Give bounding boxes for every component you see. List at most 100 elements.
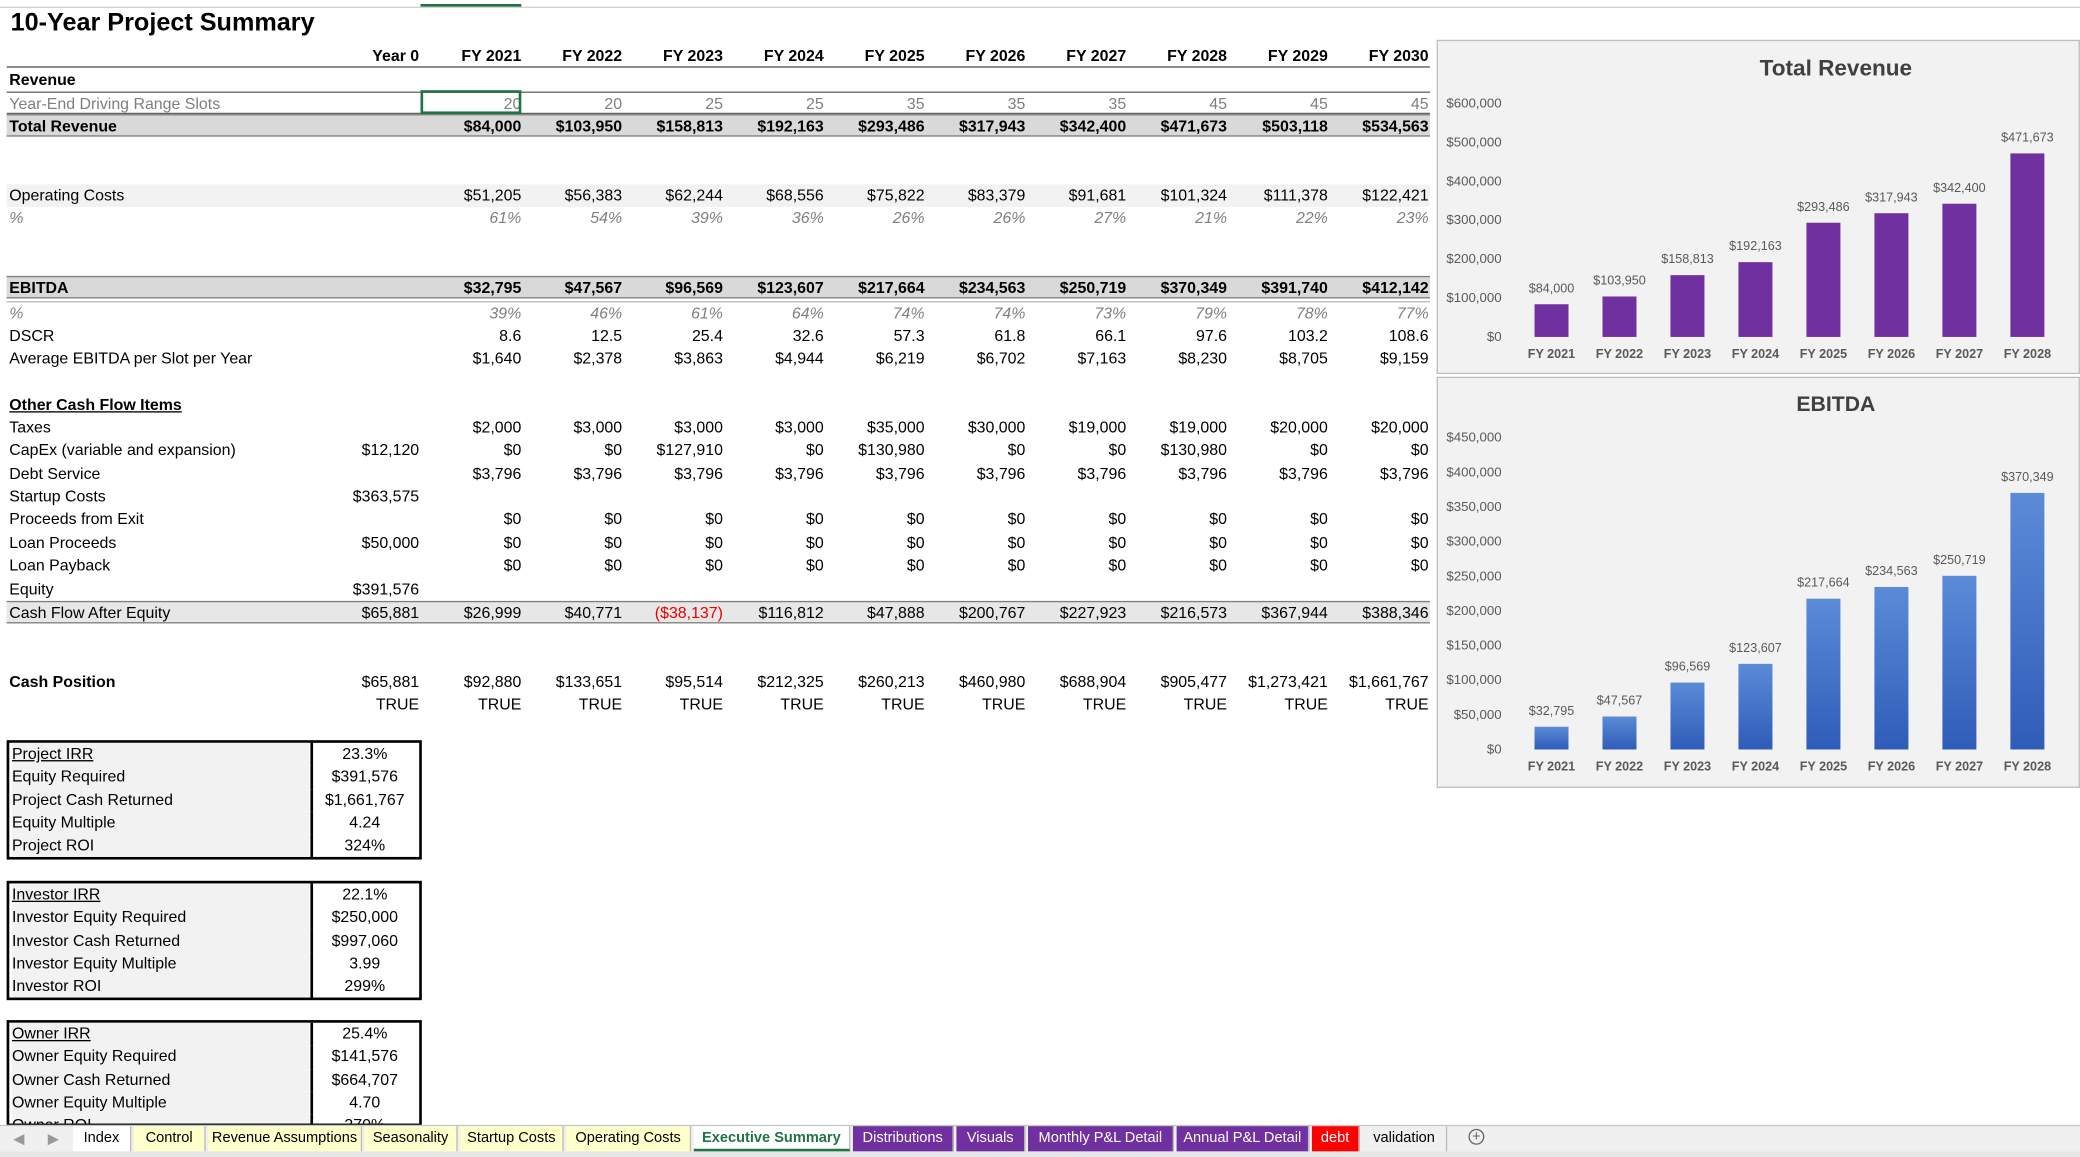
bar[interactable] [1738, 663, 1773, 750]
cell[interactable]: $293,486 [824, 115, 924, 138]
cell[interactable]: 74% [925, 302, 1026, 325]
cell[interactable]: $212,325 [723, 671, 823, 694]
cell[interactable]: $84,000 [421, 115, 522, 138]
cell[interactable]: TRUE [318, 694, 419, 717]
cell[interactable]: 108.6 [1328, 325, 1429, 348]
cell[interactable]: $0 [1227, 532, 1328, 555]
cell[interactable]: 79% [1126, 302, 1227, 325]
bar[interactable] [2010, 153, 2045, 337]
cell[interactable]: FY 2028 [1126, 45, 1227, 68]
cell[interactable]: 26% [925, 207, 1026, 230]
sheet-tab[interactable]: Annual P&L Detail [1176, 1126, 1310, 1152]
bar[interactable] [1670, 275, 1705, 337]
sheet-tab[interactable]: Executive Summary [693, 1126, 851, 1152]
cell[interactable]: 8.6 [421, 325, 521, 348]
cell[interactable]: TRUE [925, 694, 1025, 717]
cell[interactable]: $3,000 [521, 417, 622, 440]
cell[interactable]: $12,120 [318, 439, 420, 462]
cell[interactable]: $133,651 [521, 671, 622, 694]
cell[interactable]: $3,796 [925, 463, 1026, 486]
bar[interactable] [1534, 726, 1569, 750]
cell[interactable]: $127,910 [622, 439, 723, 462]
cell[interactable]: $0 [521, 554, 622, 577]
cell[interactable]: 25 [723, 93, 824, 116]
cell[interactable]: $0 [421, 439, 522, 462]
cell[interactable]: 35 [925, 93, 1026, 116]
cell[interactable]: $0 [925, 439, 1026, 462]
cell[interactable]: $8,230 [1126, 348, 1227, 371]
cell[interactable]: Year 0 [318, 45, 419, 68]
cell[interactable]: $0 [521, 532, 622, 555]
cell[interactable]: $0 [622, 532, 723, 555]
cell[interactable]: $0 [723, 508, 824, 531]
bar[interactable] [1806, 222, 1841, 337]
cell[interactable]: 45 [1227, 93, 1328, 116]
cell[interactable]: TRUE [1126, 694, 1227, 717]
cell[interactable]: $1,273,421 [1227, 671, 1328, 694]
cell[interactable]: 45 [1126, 93, 1227, 116]
cell[interactable]: 20 [521, 93, 622, 116]
cell[interactable]: 35 [1025, 93, 1126, 116]
cell[interactable]: $0 [824, 508, 925, 531]
cell[interactable]: $0 [521, 508, 622, 531]
cell[interactable]: $234,563 [925, 277, 1025, 300]
cell[interactable]: $192,163 [723, 115, 823, 138]
cell[interactable]: $688,904 [1025, 671, 1126, 694]
cell[interactable]: $158,813 [622, 115, 723, 138]
cell[interactable]: $388,346 [1328, 602, 1428, 625]
cell[interactable]: $40,771 [521, 602, 623, 625]
cell[interactable]: TRUE [421, 694, 521, 717]
cell[interactable]: 103.2 [1227, 325, 1328, 348]
cell[interactable]: $0 [421, 554, 522, 577]
cell[interactable]: 64% [723, 302, 824, 325]
bar[interactable] [1602, 716, 1637, 750]
cell[interactable]: $130,980 [1126, 439, 1227, 462]
cell[interactable]: $47,888 [824, 602, 925, 625]
cell[interactable]: $0 [925, 554, 1026, 577]
cell[interactable]: $3,000 [622, 417, 723, 440]
cell[interactable]: $30,000 [925, 417, 1026, 440]
cell[interactable]: $47,567 [521, 277, 623, 300]
cell[interactable]: 73% [1025, 302, 1126, 325]
cell[interactable]: $460,980 [925, 671, 1025, 694]
cell[interactable]: $0 [1227, 554, 1328, 577]
cell[interactable]: 39% [622, 207, 723, 230]
cell[interactable]: $0 [824, 554, 925, 577]
cell[interactable]: $0 [521, 439, 622, 462]
cell[interactable]: $391,740 [1227, 277, 1327, 300]
cell[interactable]: $83,379 [925, 184, 1026, 207]
cell[interactable]: 39% [421, 302, 521, 325]
stat-value[interactable]: 3.99 [310, 952, 416, 976]
cell[interactable]: $3,796 [1126, 463, 1227, 486]
cell[interactable]: 25.4 [622, 325, 723, 348]
stat-value[interactable]: $1,661,767 [310, 788, 416, 812]
cell[interactable]: $363,575 [318, 485, 419, 508]
sheet-tab[interactable]: Control [133, 1126, 206, 1152]
cell[interactable]: $0 [1025, 439, 1126, 462]
cell[interactable]: $342,400 [1025, 115, 1126, 138]
cell[interactable]: 21% [1126, 207, 1227, 230]
bar[interactable] [1874, 586, 1909, 750]
cell[interactable]: 36% [723, 207, 824, 230]
cell[interactable]: FY 2029 [1227, 45, 1328, 68]
cell[interactable]: FY 2023 [622, 45, 723, 68]
sheet-tab[interactable]: Distributions [852, 1126, 954, 1152]
cell[interactable]: 54% [521, 207, 622, 230]
cell[interactable]: $3,863 [622, 348, 723, 371]
cell[interactable]: $3,796 [1025, 463, 1127, 486]
cell[interactable]: $35,000 [824, 417, 925, 440]
cell[interactable]: TRUE [521, 694, 622, 717]
cell[interactable]: 32.6 [723, 325, 824, 348]
cell[interactable]: $0 [421, 532, 522, 555]
cell[interactable]: $0 [723, 439, 824, 462]
cell[interactable]: $0 [1328, 532, 1429, 555]
cell[interactable]: $534,563 [1328, 115, 1428, 138]
cell[interactable]: 25 [622, 93, 723, 116]
cell[interactable]: FY 2030 [1328, 45, 1429, 68]
cell[interactable]: $9,159 [1328, 348, 1429, 371]
cell[interactable]: $471,673 [1126, 115, 1227, 138]
cell[interactable]: 61% [622, 302, 723, 325]
cell[interactable]: $905,477 [1126, 671, 1227, 694]
cell[interactable]: 22% [1227, 207, 1328, 230]
cell[interactable]: $6,702 [925, 348, 1026, 371]
